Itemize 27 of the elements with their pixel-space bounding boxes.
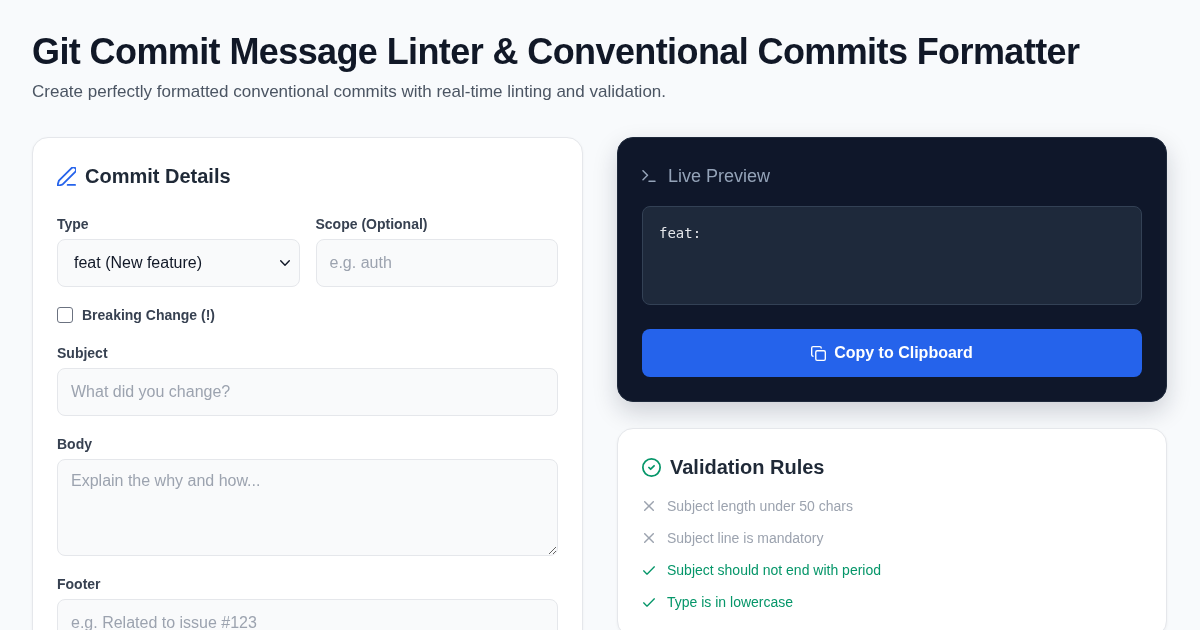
- field-label: Scope (Optional): [315, 215, 429, 234]
- commit-preview-output: feat:: [642, 206, 1142, 305]
- check-circle-icon: [642, 457, 661, 477]
- field-label: Type: [57, 215, 90, 234]
- textarea-field[interactable]: Explain the why and how...: [57, 459, 558, 556]
- validation-rule: Subject should not end with period: [667, 561, 882, 580]
- field-label: Body: [57, 435, 93, 454]
- pen-icon: [57, 166, 76, 186]
- card-title: Validation Rules: [670, 455, 825, 480]
- checkbox-label: Breaking Change (!): [82, 306, 215, 325]
- validation-rule: Subject line is mandatory: [667, 529, 824, 548]
- validation-rule: Type is in lowercase: [667, 593, 794, 612]
- panel-title: Live Preview: [668, 165, 771, 188]
- page-title: Git Commit Message Linter & Conventional Commits Formatter: [32, 30, 1081, 74]
- terminal-icon: [642, 170, 656, 182]
- field-label: Subject: [57, 344, 109, 363]
- field-label: Footer: [57, 575, 102, 594]
- copy-icon: [811, 345, 827, 361]
- chevron-down-icon: [279, 260, 290, 266]
- copy-to-clipboard-button[interactable]: Copy to Clipboard: [642, 329, 1142, 377]
- dropdown-select[interactable]: feat (New feature): [57, 239, 300, 287]
- card-title: Commit Details: [85, 164, 231, 189]
- checkbox[interactable]: [57, 307, 73, 323]
- page-subtitle: Create perfectly formatted conventional commits with real-time linting and validation.: [32, 81, 667, 103]
- validation-rule: Subject length under 50 chars: [667, 497, 853, 516]
- text-input[interactable]: What did you change?: [57, 368, 558, 416]
- text-input[interactable]: e.g. auth: [315, 239, 558, 287]
